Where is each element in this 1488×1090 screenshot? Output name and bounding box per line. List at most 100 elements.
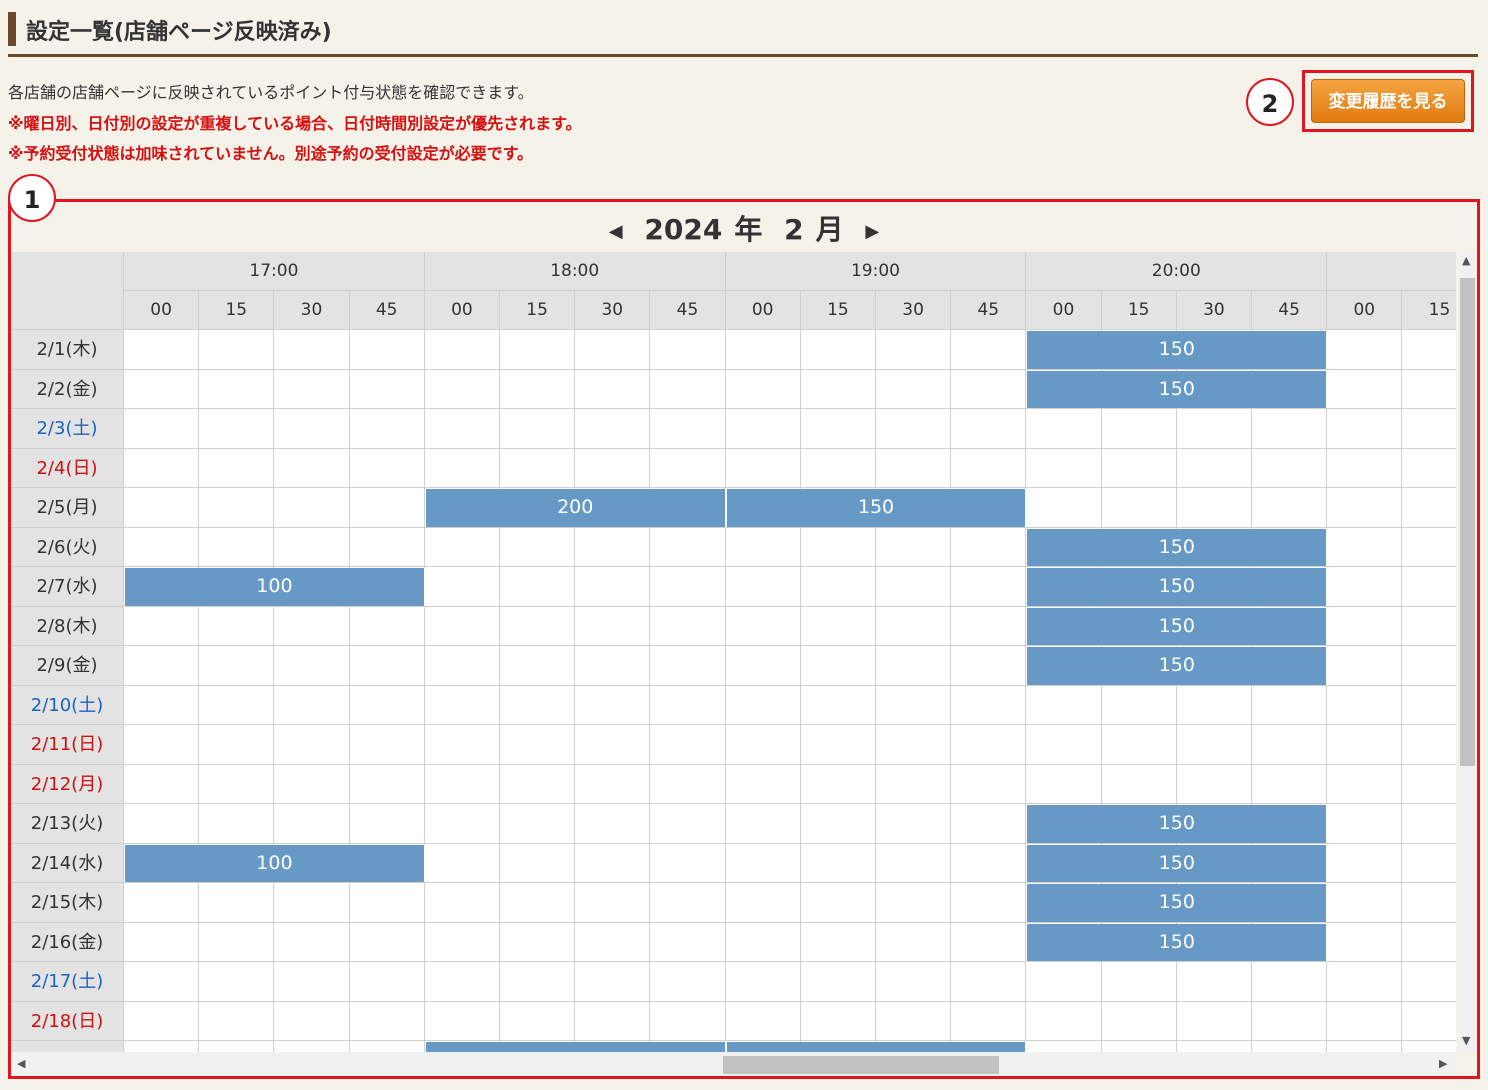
time-slot-cell[interactable] xyxy=(124,488,200,528)
time-slot-cell[interactable] xyxy=(124,883,200,923)
time-slot-cell[interactable] xyxy=(575,646,651,686)
time-slot-cell[interactable] xyxy=(1402,804,1456,844)
time-slot-cell[interactable] xyxy=(951,330,1027,370)
point-block[interactable]: 150 xyxy=(1027,647,1328,685)
time-slot-cell[interactable] xyxy=(725,725,801,765)
time-slot-cell[interactable] xyxy=(349,804,425,844)
time-slot-cell[interactable] xyxy=(199,488,275,528)
time-slot-cell[interactable] xyxy=(650,646,726,686)
time-slot-cell[interactable] xyxy=(725,843,801,883)
time-slot-cell[interactable] xyxy=(1176,962,1252,1002)
time-slot-cell[interactable] xyxy=(274,1001,350,1041)
prev-month-icon[interactable]: ◀ xyxy=(609,221,623,242)
scroll-up-icon[interactable]: ▲ xyxy=(1462,254,1470,267)
time-slot-cell[interactable] xyxy=(800,369,876,409)
time-slot-cell[interactable] xyxy=(800,409,876,449)
time-slot-cell[interactable] xyxy=(876,922,952,962)
time-slot-cell[interactable] xyxy=(349,646,425,686)
time-slot-cell[interactable] xyxy=(876,448,952,488)
time-slot-cell[interactable] xyxy=(1252,962,1328,1002)
time-slot-cell[interactable] xyxy=(1402,606,1456,646)
time-slot-cell[interactable] xyxy=(1327,764,1403,804)
point-block[interactable]: 150 xyxy=(1027,844,1328,882)
next-month-icon[interactable]: ▶ xyxy=(865,221,879,242)
time-slot-cell[interactable] xyxy=(274,606,350,646)
time-slot-cell[interactable] xyxy=(124,804,200,844)
time-slot-cell[interactable] xyxy=(951,606,1027,646)
time-slot-cell[interactable] xyxy=(876,330,952,370)
time-slot-cell[interactable] xyxy=(1402,725,1456,765)
time-slot-cell[interactable] xyxy=(1101,448,1177,488)
time-slot-cell[interactable] xyxy=(1402,764,1456,804)
time-slot-cell[interactable] xyxy=(124,409,200,449)
time-slot-cell[interactable] xyxy=(500,448,576,488)
time-slot-cell[interactable] xyxy=(650,685,726,725)
time-slot-cell[interactable] xyxy=(951,764,1027,804)
time-slot-cell[interactable] xyxy=(1252,1001,1328,1041)
time-slot-cell[interactable] xyxy=(424,764,500,804)
time-slot-cell[interactable] xyxy=(1327,922,1403,962)
time-slot-cell[interactable] xyxy=(124,448,200,488)
time-slot-cell[interactable] xyxy=(951,1001,1027,1041)
time-slot-cell[interactable] xyxy=(1176,409,1252,449)
time-slot-cell[interactable] xyxy=(1402,685,1456,725)
time-slot-cell[interactable] xyxy=(1026,725,1102,765)
time-slot-cell[interactable] xyxy=(424,843,500,883)
time-slot-cell[interactable] xyxy=(1026,962,1102,1002)
time-slot-cell[interactable] xyxy=(500,804,576,844)
time-slot-cell[interactable] xyxy=(1026,409,1102,449)
time-slot-cell[interactable] xyxy=(800,725,876,765)
time-slot-cell[interactable] xyxy=(124,962,200,1002)
time-slot-cell[interactable] xyxy=(1026,488,1102,528)
time-slot-cell[interactable] xyxy=(876,883,952,923)
time-slot-cell[interactable] xyxy=(575,685,651,725)
time-slot-cell[interactable] xyxy=(1026,685,1102,725)
time-slot-cell[interactable] xyxy=(199,527,275,567)
time-slot-cell[interactable] xyxy=(349,1001,425,1041)
time-slot-cell[interactable] xyxy=(424,409,500,449)
time-slot-cell[interactable] xyxy=(650,330,726,370)
time-slot-cell[interactable] xyxy=(274,764,350,804)
time-slot-cell[interactable] xyxy=(725,369,801,409)
time-slot-cell[interactable] xyxy=(274,369,350,409)
time-slot-cell[interactable] xyxy=(124,725,200,765)
time-slot-cell[interactable] xyxy=(1101,764,1177,804)
time-slot-cell[interactable] xyxy=(575,606,651,646)
history-button[interactable]: 変更履歴を見る xyxy=(1311,79,1465,123)
time-slot-cell[interactable] xyxy=(650,962,726,1002)
time-slot-cell[interactable] xyxy=(500,409,576,449)
time-slot-cell[interactable] xyxy=(1252,409,1328,449)
time-slot-cell[interactable] xyxy=(1327,488,1403,528)
time-slot-cell[interactable] xyxy=(800,567,876,607)
time-slot-cell[interactable] xyxy=(1402,448,1456,488)
time-slot-cell[interactable] xyxy=(1327,330,1403,370)
time-slot-cell[interactable] xyxy=(1327,962,1403,1002)
time-slot-cell[interactable] xyxy=(349,1041,425,1052)
time-slot-cell[interactable] xyxy=(951,843,1027,883)
time-slot-cell[interactable] xyxy=(800,922,876,962)
time-slot-cell[interactable] xyxy=(199,369,275,409)
time-slot-cell[interactable] xyxy=(199,764,275,804)
time-slot-cell[interactable] xyxy=(800,1001,876,1041)
time-slot-cell[interactable] xyxy=(1402,646,1456,686)
time-slot-cell[interactable] xyxy=(575,409,651,449)
time-slot-cell[interactable] xyxy=(500,764,576,804)
time-slot-cell[interactable] xyxy=(199,883,275,923)
time-slot-cell[interactable] xyxy=(274,488,350,528)
time-slot-cell[interactable] xyxy=(650,567,726,607)
time-slot-cell[interactable] xyxy=(951,369,1027,409)
time-slot-cell[interactable] xyxy=(1402,1041,1456,1052)
time-slot-cell[interactable] xyxy=(1402,843,1456,883)
time-slot-cell[interactable] xyxy=(725,330,801,370)
time-slot-cell[interactable] xyxy=(424,804,500,844)
time-slot-cell[interactable] xyxy=(1402,369,1456,409)
time-slot-cell[interactable] xyxy=(1101,685,1177,725)
time-slot-cell[interactable] xyxy=(199,685,275,725)
time-slot-cell[interactable] xyxy=(725,606,801,646)
time-slot-cell[interactable] xyxy=(1252,764,1328,804)
time-slot-cell[interactable] xyxy=(1026,1041,1102,1052)
point-block[interactable]: 100 xyxy=(125,844,425,882)
scroll-right-icon[interactable]: ▶ xyxy=(1439,1057,1447,1070)
time-slot-cell[interactable] xyxy=(1402,488,1456,528)
time-slot-cell[interactable] xyxy=(1101,488,1177,528)
